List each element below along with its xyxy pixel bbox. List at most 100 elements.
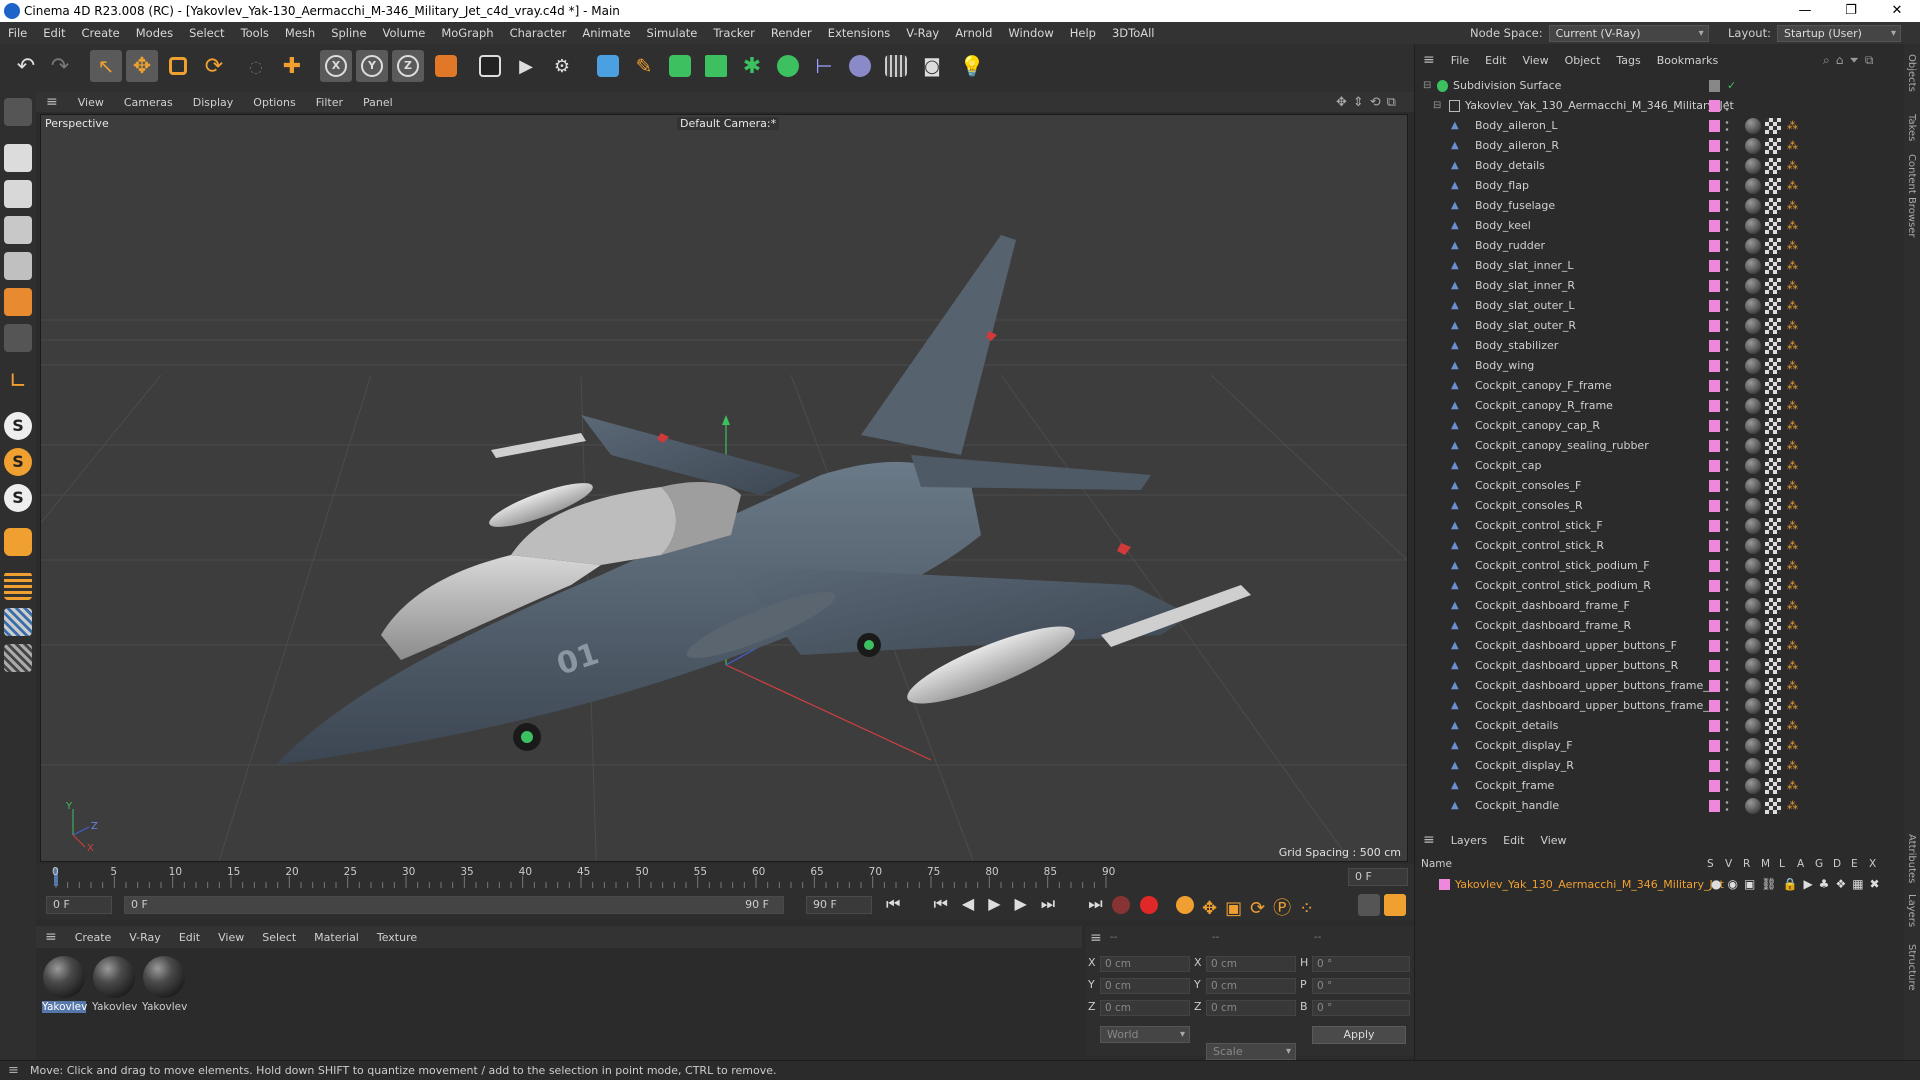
object-row[interactable]: ▲ Body_fuselage ⁂ <box>1415 196 1891 216</box>
object-row[interactable]: ▲ Cockpit_dashboard_frame_R ⁂ <box>1415 616 1891 636</box>
menu-volume[interactable]: Volume <box>375 26 434 40</box>
material-tags[interactable]: ⁂ <box>1745 638 1805 654</box>
material-tags[interactable]: ⁂ <box>1745 458 1805 474</box>
material-tags[interactable]: ⁂ <box>1745 578 1805 594</box>
polygon-mode-icon[interactable] <box>4 288 32 316</box>
layer-color-tag[interactable] <box>1709 780 1720 792</box>
make-editable-icon[interactable] <box>4 98 32 126</box>
tab-layers[interactable]: Layers <box>1906 894 1917 927</box>
object-row[interactable]: ▲ Cockpit_control_stick_R ⁂ <box>1415 536 1891 556</box>
phong-tag-icon[interactable]: ⁂ <box>1787 739 1798 752</box>
object-row[interactable]: ▲ Cockpit_cap ⁂ <box>1415 456 1891 476</box>
x-axis-lock-button[interactable]: X <box>320 50 352 82</box>
material-tags[interactable]: ⁂ <box>1745 618 1805 634</box>
floor-object-button[interactable] <box>880 50 912 82</box>
material-tag-icon[interactable] <box>1745 238 1761 254</box>
material-tags[interactable]: ⁂ <box>1745 398 1805 414</box>
menu-create[interactable]: Create <box>74 26 128 40</box>
locked-workplane-icon[interactable] <box>4 644 32 672</box>
material-tag-icon[interactable] <box>1745 558 1761 574</box>
layer-color-tag[interactable] <box>1709 180 1720 192</box>
material-tag-icon[interactable] <box>1745 758 1761 774</box>
material-tag-icon[interactable] <box>1745 198 1761 214</box>
coordinate-system-button[interactable] <box>430 50 462 82</box>
camera-object-button[interactable]: ◙ <box>916 50 948 82</box>
tab-attributes[interactable]: Attributes <box>1906 834 1917 883</box>
material-tag-icon[interactable] <box>1745 518 1761 534</box>
uvw-tag-icon[interactable] <box>1765 718 1781 734</box>
menu-spline[interactable]: Spline <box>323 26 374 40</box>
cube-object-button[interactable] <box>592 50 624 82</box>
material-menu-create[interactable]: Create <box>66 931 121 944</box>
size-x-field[interactable]: 0 cm <box>1206 956 1296 972</box>
material-hamburger-icon[interactable]: ≡ <box>36 929 66 945</box>
visibility-dots-icon[interactable] <box>1725 579 1729 593</box>
menu-select[interactable]: Select <box>181 26 232 40</box>
layer-color-tag[interactable] <box>1709 500 1720 512</box>
layer-color-tag[interactable] <box>1709 120 1720 132</box>
object-menu-edit[interactable]: Edit <box>1477 54 1514 67</box>
viewport-hamburger-icon[interactable]: ≡ <box>36 94 68 110</box>
menu-character[interactable]: Character <box>502 26 575 40</box>
material-tags[interactable]: ⁂ <box>1745 438 1805 454</box>
current-frame-field[interactable]: 0 F <box>1348 868 1408 886</box>
object-row[interactable]: ▲ Cockpit_display_F ⁂ <box>1415 736 1891 756</box>
material-menu-edit[interactable]: Edit <box>170 931 209 944</box>
phong-tag-icon[interactable]: ⁂ <box>1787 139 1798 152</box>
visibility-dots-icon[interactable] <box>1725 599 1729 613</box>
material-tags[interactable]: ⁂ <box>1745 558 1805 574</box>
visibility-dots-icon[interactable] <box>1725 439 1729 453</box>
menu-file[interactable]: File <box>0 26 35 40</box>
layer-color-tag[interactable] <box>1709 140 1720 152</box>
visibility-dots-icon[interactable] <box>1725 759 1729 773</box>
phong-tag-icon[interactable]: ⁂ <box>1787 499 1798 512</box>
layer-color-tag[interactable] <box>1709 620 1720 632</box>
object-row[interactable]: ▲ Body_keel ⁂ <box>1415 216 1891 236</box>
menu-simulate[interactable]: Simulate <box>639 26 706 40</box>
layer-menu-edit[interactable]: Edit <box>1495 834 1532 847</box>
uvw-tag-icon[interactable] <box>1765 558 1781 574</box>
tab-content-browser[interactable]: Content Browser <box>1906 154 1917 237</box>
object-row[interactable]: ▲ Cockpit_consoles_R ⁂ <box>1415 496 1891 516</box>
phong-tag-icon[interactable]: ⁂ <box>1787 479 1798 492</box>
material-tag-icon[interactable] <box>1745 678 1761 694</box>
layer-color-tag[interactable] <box>1709 440 1720 452</box>
visibility-dots-icon[interactable] <box>1725 159 1729 173</box>
layer-color-tag[interactable] <box>1709 220 1720 232</box>
phong-tag-icon[interactable]: ⁂ <box>1787 159 1798 172</box>
uvw-tag-icon[interactable] <box>1765 578 1781 594</box>
apply-button[interactable]: Apply <box>1312 1026 1406 1044</box>
layer-color-tag[interactable] <box>1709 460 1720 472</box>
material-tag-icon[interactable] <box>1745 458 1761 474</box>
material-tags[interactable]: ⁂ <box>1745 758 1805 774</box>
material-tags[interactable]: ⁂ <box>1745 338 1805 354</box>
visibility-dots-icon[interactable] <box>1725 459 1729 473</box>
object-row[interactable]: ▲ Cockpit_dashboard_upper_buttons_F ⁂ <box>1415 636 1891 656</box>
timeline-window-icon[interactable] <box>1384 894 1406 916</box>
material-tags[interactable]: ⁂ <box>1745 378 1805 394</box>
phong-tag-icon[interactable]: ⁂ <box>1787 199 1798 212</box>
object-row[interactable]: ▲ Cockpit_canopy_R_frame ⁂ <box>1415 396 1891 416</box>
phong-tag-icon[interactable]: ⁂ <box>1787 719 1798 732</box>
uvw-tag-icon[interactable] <box>1765 238 1781 254</box>
visibility-dots-icon[interactable] <box>1725 779 1729 793</box>
node-space-dropdown[interactable]: Current (V-Ray) <box>1548 24 1709 42</box>
material-tags[interactable]: ⁂ <box>1745 258 1805 274</box>
object-row[interactable]: ▲ Body_slat_outer_L ⁂ <box>1415 296 1891 316</box>
material-tag-icon[interactable] <box>1745 218 1761 234</box>
layer-color-tag[interactable] <box>1709 260 1720 272</box>
material-menu-select[interactable]: Select <box>253 931 305 944</box>
material-tag-icon[interactable] <box>1745 698 1761 714</box>
edge-mode-icon[interactable] <box>4 252 32 280</box>
visibility-dots-icon[interactable] <box>1725 99 1729 113</box>
material-tag-icon[interactable] <box>1745 398 1761 414</box>
menu-window[interactable]: Window <box>1000 26 1061 40</box>
phong-tag-icon[interactable]: ⁂ <box>1787 399 1798 412</box>
layer-color-tag[interactable] <box>1709 280 1720 292</box>
material-menu-texture[interactable]: Texture <box>368 931 426 944</box>
object-row[interactable]: ▲ Cockpit_control_stick_F ⁂ <box>1415 516 1891 536</box>
layer-color-swatch[interactable] <box>1439 879 1450 890</box>
tab-takes[interactable]: Takes <box>1906 114 1917 141</box>
material-menu-vray[interactable]: V-Ray <box>120 931 170 944</box>
object-row[interactable]: ▲ Body_flap ⁂ <box>1415 176 1891 196</box>
